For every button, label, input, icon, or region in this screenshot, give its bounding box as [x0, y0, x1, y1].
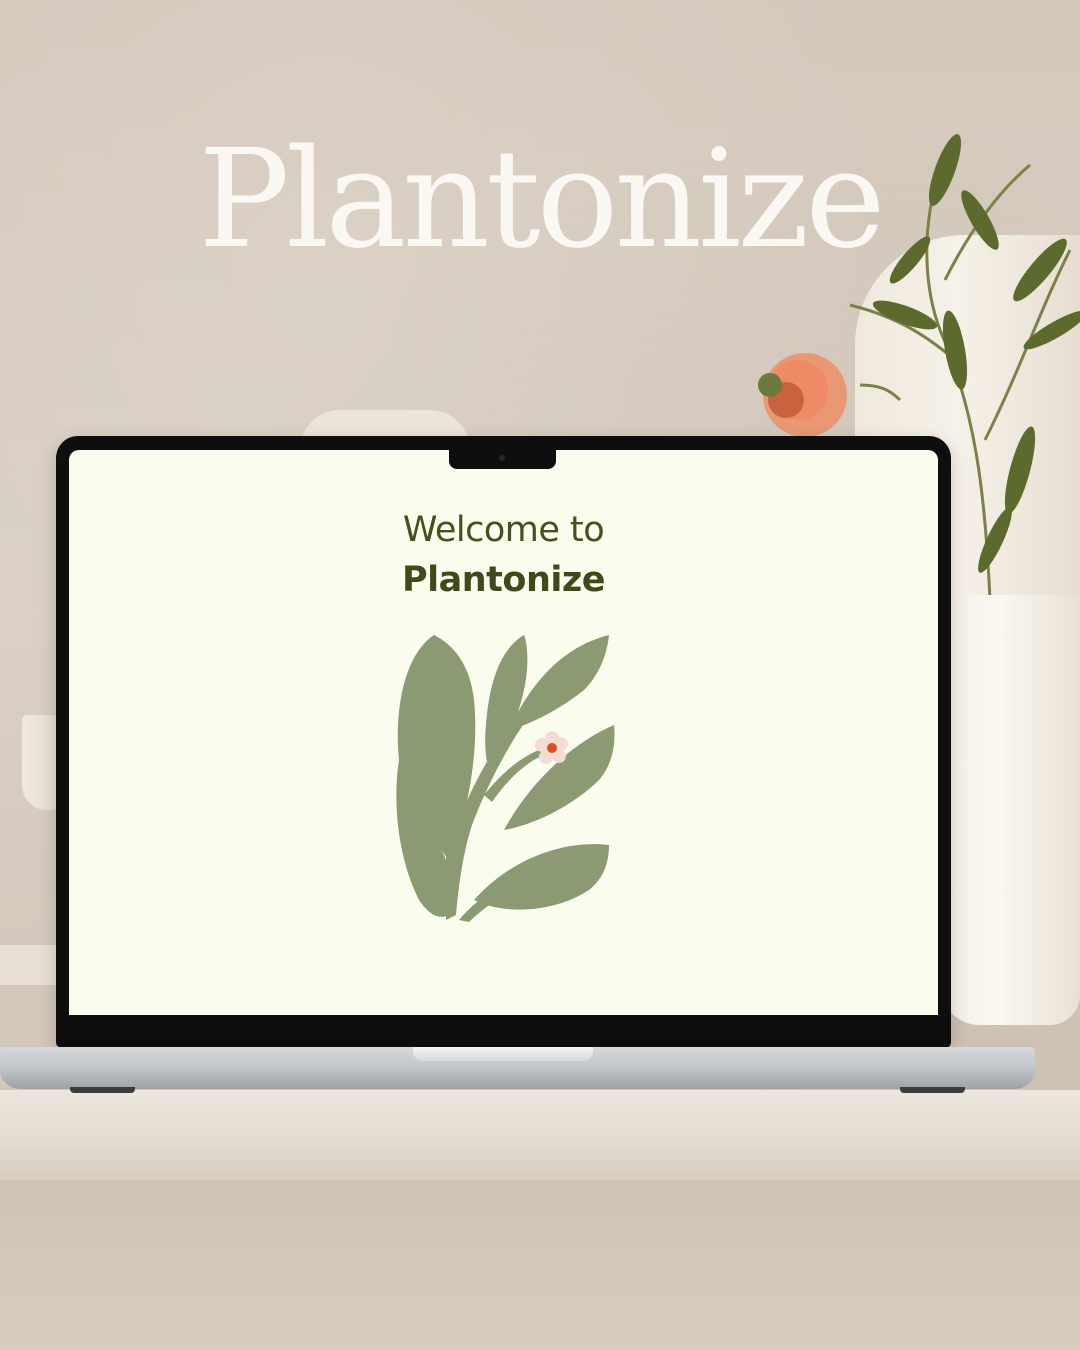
brand-title: Plantonize	[198, 121, 885, 279]
camera-icon	[499, 455, 505, 461]
front-vase	[940, 595, 1080, 1025]
camera-notch	[449, 450, 556, 469]
laptop-screen: Welcome to Plantonize	[69, 450, 938, 1015]
laptop-opening-notch	[413, 1047, 593, 1061]
laptop-lid: Welcome to Plantonize	[56, 436, 951, 1048]
small-flower-icon	[535, 731, 568, 764]
welcome-brand-name: Plantonize	[402, 560, 605, 600]
laptop-foot-right	[900, 1087, 965, 1093]
ranunculus-flower	[758, 353, 847, 437]
laptop-base	[0, 1047, 1035, 1089]
under-shelf	[0, 1180, 1080, 1350]
welcome-heading: Welcome to	[402, 510, 605, 550]
leaf-flower-illustration-icon	[396, 635, 615, 922]
laptop-foot-left	[70, 1087, 135, 1093]
shelf	[0, 1090, 1080, 1180]
